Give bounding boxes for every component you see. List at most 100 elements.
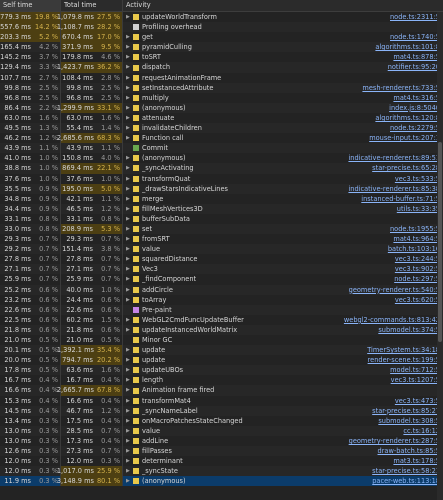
expand-arrow-icon[interactable]: ▶	[126, 32, 133, 42]
expand-arrow-icon[interactable]: ▶	[126, 436, 133, 446]
table-row[interactable]: 33.1 ms 0.8 % 33.1 ms 0.8 % ▶ bufferSubData	[0, 213, 443, 224]
expand-arrow-icon[interactable]: ▶	[126, 224, 133, 234]
expand-arrow-icon[interactable]: ▶	[126, 103, 133, 113]
expand-arrow-icon[interactable]: ▶	[126, 345, 133, 355]
table-row[interactable]: 12.0 ms 0.3 % 12.0 ms 0.3 % ▶ determinant mat3…	[0, 456, 443, 467]
expand-arrow-icon[interactable]: ▶	[126, 466, 133, 476]
expand-arrow-icon[interactable]: ▶	[126, 234, 133, 244]
source-link[interactable]: notifier.ts:95:20	[388, 62, 442, 72]
source-link[interactable]: vec3.ts:1207:5	[391, 375, 442, 385]
expand-arrow-icon[interactable]: ▶	[126, 446, 133, 456]
expand-arrow-icon[interactable]: ▶	[126, 315, 133, 325]
table-row[interactable]: 43.9 ms 1.1 % 43.9 ms 1.1 % Commit	[0, 143, 443, 154]
table-row[interactable]: 41.0 ms 1.0 % 150.8 ms 4.0 % ▶ (anonymous) ind…	[0, 153, 443, 164]
source-link[interactable]: node.ts:297:5	[394, 274, 442, 284]
source-link[interactable]: geometry-renderer.ts:287:5	[349, 436, 442, 446]
expand-arrow-icon[interactable]: ▶	[126, 406, 133, 416]
table-row[interactable]: 107.7 ms 2.7 % 108.4 ms 2.8 % ▶ requestAnimat…	[0, 72, 443, 83]
table-row[interactable]: 14.5 ms 0.4 % 46.7 ms 1.2 % ▶ _syncNameLabel s…	[0, 405, 443, 416]
table-row[interactable]: 12.6 ms 0.3 % 27.3 ms 0.7 % ▶ fillPasses draw-…	[0, 446, 443, 457]
expand-arrow-icon[interactable]: ▶	[126, 476, 133, 486]
scrollbar-thumb[interactable]	[438, 142, 442, 342]
table-row[interactable]: 38.8 ms 1.0 % 869.4 ms 22.1 % ▶ _syncActivati…	[0, 163, 443, 174]
source-link[interactable]: node.ts:1740:5	[390, 32, 442, 42]
table-row[interactable]: 20.0 ms 0.5 % 794.7 ms 20.2 % ▶ update render-…	[0, 355, 443, 366]
expand-arrow-icon[interactable]: ▶	[126, 264, 133, 274]
expand-arrow-icon[interactable]: ▶	[126, 355, 133, 365]
source-link[interactable]: index.js:8:5040	[389, 103, 442, 113]
expand-arrow-icon[interactable]: ▶	[126, 42, 133, 52]
expand-arrow-icon[interactable]: ▶	[126, 194, 133, 204]
source-link[interactable]: vec3.ts:620:5	[395, 295, 442, 305]
expand-arrow-icon[interactable]: ▶	[126, 204, 133, 214]
table-row[interactable]: 96.8 ms 2.5 % 96.8 ms 2.5 % ▶ multiply mat4.ts…	[0, 92, 443, 103]
source-link[interactable]: mesh-renderer.ts:733:5	[362, 83, 442, 93]
table-row[interactable]: 27.8 ms 0.7 % 27.8 ms 0.7 % ▶ squaredDistance…	[0, 254, 443, 265]
source-link[interactable]: node.ts:2311:5	[390, 12, 442, 22]
table-row[interactable]: 12.0 ms 0.3 % 1,017.0 ms 25.9 % ▶ _syncState s…	[0, 466, 443, 477]
table-row[interactable]: 29.2 ms 0.7 % 151.4 ms 3.8 % ▶ value batch.ts:…	[0, 244, 443, 255]
table-row[interactable]: 99.8 ms 2.5 % 99.8 ms 2.5 % ▶ setInstancedAtt…	[0, 82, 443, 93]
expand-arrow-icon[interactable]: ▶	[126, 184, 133, 194]
table-row[interactable]: 22.6 ms 0.6 % 22.6 ms 0.6 % Pre-paint	[0, 304, 443, 315]
source-link[interactable]: algorithms.ts:101:8	[375, 42, 442, 52]
expand-arrow-icon[interactable]: ▶	[126, 426, 133, 436]
source-link[interactable]: mat4.ts:316:5	[393, 93, 442, 103]
expand-arrow-icon[interactable]: ▶	[126, 285, 133, 295]
table-row[interactable]: 20.1 ms 0.5 % 1,392.1 ms 35.4 % ▶ update Timer…	[0, 345, 443, 356]
source-link[interactable]: star-precise.ts:85:27	[372, 406, 442, 416]
table-row[interactable]: 63.0 ms 1.6 % 63.0 ms 1.6 % ▶ attenuate algori…	[0, 112, 443, 124]
table-row[interactable]: 129.4 ms 3.3 % 1,423.7 ms 36.2 % ▶ dispatch no…	[0, 62, 443, 73]
source-link[interactable]: star-precise.ts:65:28	[372, 163, 442, 173]
source-link[interactable]: vec3.ts:533:5	[395, 174, 442, 184]
expand-arrow-icon[interactable]: ▶	[126, 375, 133, 385]
table-row[interactable]: 145.2 ms 3.7 % 179.8 ms 4.6 % ▶ toSRT mat4.ts:…	[0, 52, 443, 63]
expand-arrow-icon[interactable]: ▶	[126, 456, 133, 466]
table-row[interactable]: 13.4 ms 0.3 % 17.5 ms 0.4 % ▶ onMacroPatchesS…	[0, 415, 443, 426]
source-link[interactable]: node.ts:2279:5	[390, 123, 442, 133]
table-row[interactable]: 13.0 ms 0.3 % 28.5 ms 0.7 % ▶ value cc.ts:16:1…	[0, 425, 443, 436]
source-link[interactable]: mat4.ts:878:5	[393, 52, 442, 62]
expand-arrow-icon[interactable]: ▶	[126, 93, 133, 103]
source-link[interactable]: indicative-renderer.ts:85:38	[348, 184, 442, 194]
table-row[interactable]: 21.8 ms 0.6 % 21.8 ms 0.6 % ▶ updateInstanced…	[0, 324, 443, 335]
table-row[interactable]: 86.4 ms 2.2 % 1,299.9 ms 33.1 % ▶ (anonymous)…	[0, 102, 443, 113]
source-link[interactable]: batch.ts:103:16	[388, 244, 442, 254]
source-link[interactable]: model.ts:712:5	[390, 365, 442, 375]
expand-arrow-icon[interactable]: ▶	[126, 52, 133, 62]
source-link[interactable]: TimerSystem.ts:34:18	[367, 345, 442, 355]
expand-arrow-icon[interactable]: ▶	[126, 174, 133, 184]
table-row[interactable]: 22.5 ms 0.6 % 60.2 ms 1.5 % ▶ WebGL2CmdFuncUp…	[0, 314, 443, 325]
table-row[interactable]: 779.3 ms 19.8 % 1,079.8 ms 27.5 % ▶ updateWor…	[0, 12, 443, 23]
table-row[interactable]: 203.3 ms 5.2 % 670.4 ms 17.0 % ▶ get node.ts:1…	[0, 32, 443, 43]
table-row[interactable]: 17.8 ms 0.5 % 63.6 ms 1.6 % ▶ updateUBOs model…	[0, 365, 443, 376]
self-time-column-header[interactable]: Self time	[0, 0, 61, 11]
expand-arrow-icon[interactable]: ▶	[126, 396, 133, 406]
table-row[interactable]: 25.9 ms 0.7 % 25.9 ms 0.7 % ▶ _findComponent n…	[0, 274, 443, 285]
source-link[interactable]: mat3.ts:178:5	[393, 456, 442, 466]
expand-arrow-icon[interactable]: ▶	[126, 244, 133, 254]
table-row[interactable]: 165.4 ms 4.2 % 371.9 ms 9.5 % ▶ pyramidCullin…	[0, 42, 443, 53]
expand-arrow-icon[interactable]: ▶	[126, 123, 133, 133]
source-link[interactable]: node.ts:1955:5	[390, 224, 442, 234]
table-row[interactable]: 46.2 ms 1.2 % 2,685.6 ms 68.3 % ▶ Function ca…	[0, 133, 443, 144]
expand-arrow-icon[interactable]: ▶	[126, 133, 133, 143]
expand-arrow-icon[interactable]: ▶	[126, 73, 133, 83]
source-link[interactable]: submodel.ts:374:5	[378, 325, 442, 335]
table-row[interactable]: 557.6 ms 14.2 % 1,108.7 ms 28.2 % Profiling …	[0, 22, 443, 33]
expand-arrow-icon[interactable]: ▶	[126, 163, 133, 173]
source-link[interactable]: webgl2-commands.ts:813:42	[344, 315, 442, 325]
source-link[interactable]: draw-batch.ts:85:5	[378, 446, 442, 456]
table-row[interactable]: 27.1 ms 0.7 % 27.1 ms 0.7 % ▶ Vec3 vec3.ts:902…	[0, 264, 443, 275]
expand-arrow-icon[interactable]: ▶	[126, 295, 133, 305]
source-link[interactable]: vec3.ts:244:5	[395, 254, 442, 264]
table-row[interactable]: 33.0 ms 0.8 % 208.9 ms 5.3 % ▶ set node.ts:195…	[0, 223, 443, 235]
expand-arrow-icon[interactable]: ▶	[126, 416, 133, 426]
source-link[interactable]: indicative-renderer.ts:89:51	[348, 153, 442, 163]
source-link[interactable]: submodel.ts:308:5	[378, 416, 442, 426]
table-row[interactable]: 21.0 ms 0.5 % 21.0 ms 0.5 % Minor GC	[0, 335, 443, 346]
table-row[interactable]: 15.3 ms 0.4 % 16.6 ms 0.4 % ▶ transformMat4 ve…	[0, 395, 443, 406]
source-link[interactable]: star-precise.ts:58:21	[372, 466, 442, 476]
expand-arrow-icon[interactable]: ▶	[126, 254, 133, 264]
expand-arrow-icon[interactable]: ▶	[126, 113, 133, 123]
